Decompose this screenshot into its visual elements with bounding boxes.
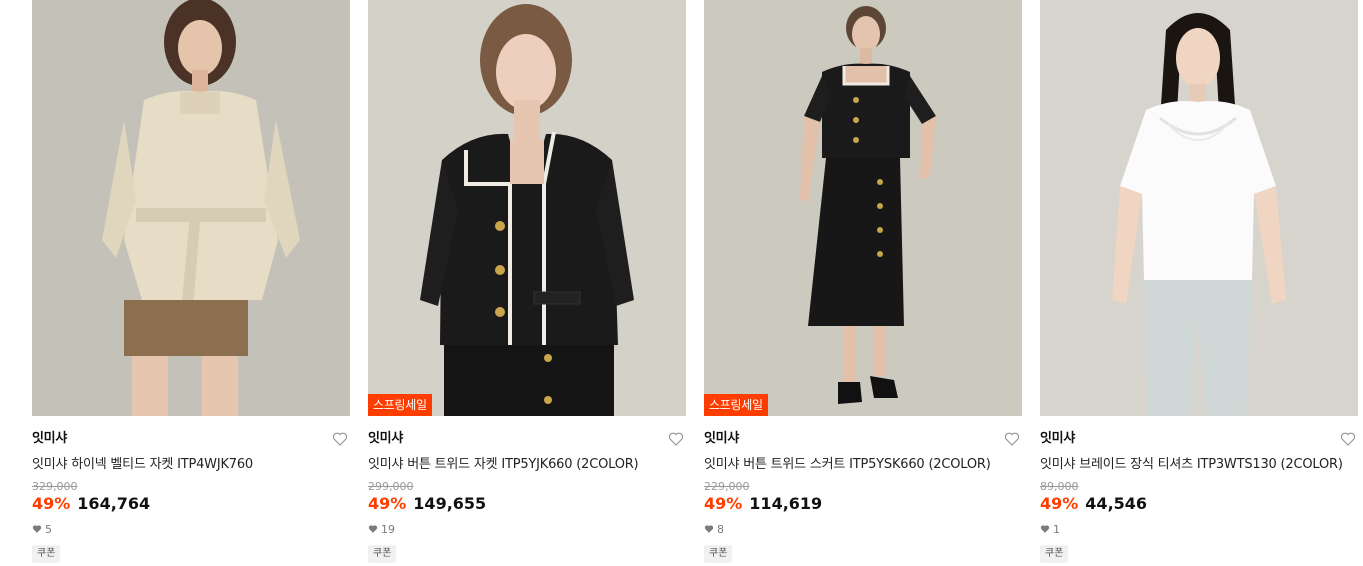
product-photo-beige-jacket: [32, 0, 350, 416]
likes-number: 19: [381, 522, 395, 536]
discount-rate: 49%: [704, 494, 743, 513]
product-name[interactable]: 잇미샤 브레이드 장식 티셔츠 ITP3WTS130 (2COLOR): [1040, 456, 1358, 474]
discount-rate: 49%: [368, 494, 407, 513]
product-name[interactable]: 잇미샤 버튼 트위드 자켓 ITP5YJK660 (2COLOR): [368, 456, 686, 474]
discount-rate: 49%: [32, 494, 71, 513]
original-price: 89,000: [1040, 480, 1079, 493]
product-photo-tweed-jacket: [368, 0, 686, 416]
likes-number: 8: [717, 522, 724, 536]
heart-outline-icon: [332, 432, 348, 446]
heart-outline-icon: [1340, 432, 1356, 446]
sale-price: 44,546: [1085, 494, 1148, 513]
wishlist-button[interactable]: [332, 431, 348, 447]
sale-price: 164,764: [77, 494, 151, 513]
heart-filled-icon: [1040, 525, 1050, 533]
likes-count: 8: [704, 522, 1022, 536]
sale-price: 114,619: [749, 494, 823, 513]
original-price: 299,000: [368, 480, 414, 493]
product-photo-braid-tshirt: [1040, 0, 1358, 416]
heart-outline-icon: [1004, 432, 1020, 446]
heart-filled-icon: [704, 525, 714, 533]
brand-name[interactable]: 잇미샤: [1040, 430, 1358, 448]
product-card[interactable]: 잇미샤 잇미샤 하이넥 벨티드 자켓 ITP4WJK760 329,000 49…: [32, 0, 350, 566]
product-image[interactable]: [32, 0, 350, 416]
brand-name[interactable]: 잇미샤: [368, 430, 686, 448]
heart-outline-icon: [668, 432, 684, 446]
product-grid: 잇미샤 잇미샤 하이넥 벨티드 자켓 ITP4WJK760 329,000 49…: [0, 0, 1363, 566]
sale-price: 149,655: [413, 494, 487, 513]
product-name[interactable]: 잇미샤 버튼 트위드 스커트 ITP5YSK660 (2COLOR): [704, 456, 1022, 474]
heart-filled-icon: [368, 525, 378, 533]
spring-sale-badge: 스프링세일: [704, 394, 768, 416]
original-price: 229,000: [704, 480, 750, 493]
likes-count: 19: [368, 522, 686, 536]
price-row: 49% 44,546: [1040, 494, 1358, 516]
brand-name[interactable]: 잇미샤: [32, 430, 350, 448]
product-card[interactable]: 스프링세일 잇미샤 잇미샤 버튼 트위드 스커트 ITP5YSK660 (2CO…: [704, 0, 1022, 566]
coupon-badge: 쿠폰: [368, 545, 397, 563]
product-card[interactable]: 잇미샤 잇미샤 브레이드 장식 티셔츠 ITP3WTS130 (2COLOR) …: [1040, 0, 1358, 566]
likes-count: 5: [32, 522, 350, 536]
wishlist-button[interactable]: [1340, 431, 1356, 447]
product-image[interactable]: 스프링세일: [368, 0, 686, 416]
product-image[interactable]: [1040, 0, 1358, 416]
price-row: 49% 164,764: [32, 494, 350, 516]
spring-sale-badge: 스프링세일: [368, 394, 432, 416]
wishlist-button[interactable]: [1004, 431, 1020, 447]
discount-rate: 49%: [1040, 494, 1079, 513]
product-card[interactable]: 스프링세일 잇미샤 잇미샤 버튼 트위드 자켓 ITP5YJK660 (2COL…: [368, 0, 686, 566]
coupon-badge: 쿠폰: [32, 545, 61, 563]
likes-number: 5: [45, 522, 52, 536]
brand-name[interactable]: 잇미샤: [704, 430, 1022, 448]
coupon-badge: 쿠폰: [704, 545, 733, 563]
price-row: 49% 149,655: [368, 494, 686, 516]
product-photo-tweed-skirt: [704, 0, 1022, 416]
wishlist-button[interactable]: [668, 431, 684, 447]
heart-filled-icon: [32, 525, 42, 533]
original-price: 329,000: [32, 480, 78, 493]
likes-count: 1: [1040, 522, 1358, 536]
product-image[interactable]: 스프링세일: [704, 0, 1022, 416]
coupon-badge: 쿠폰: [1040, 545, 1069, 563]
product-name[interactable]: 잇미샤 하이넥 벨티드 자켓 ITP4WJK760: [32, 456, 350, 474]
price-row: 49% 114,619: [704, 494, 1022, 516]
likes-number: 1: [1053, 522, 1060, 536]
